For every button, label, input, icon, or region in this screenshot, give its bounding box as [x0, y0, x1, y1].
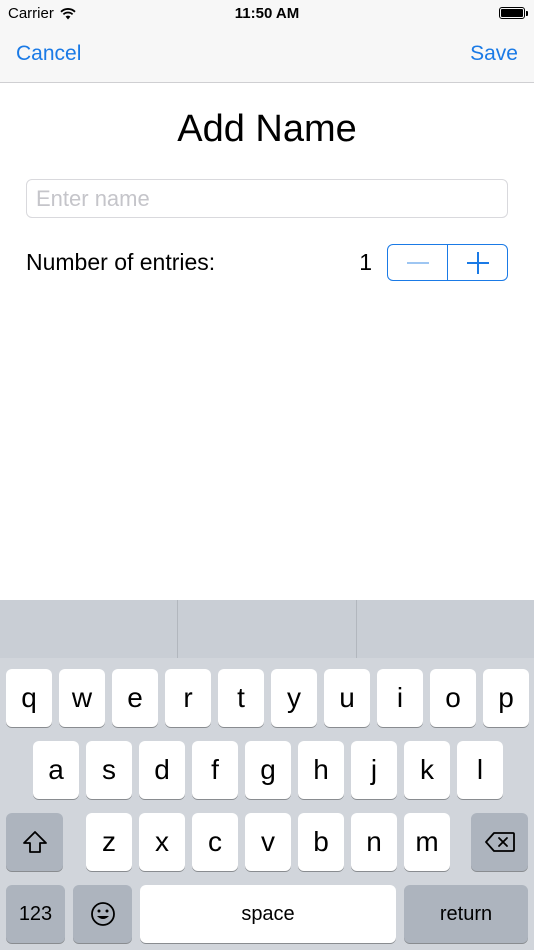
decrement-button[interactable] [388, 245, 447, 280]
predictive-bar [0, 600, 534, 658]
entries-stepper [387, 244, 508, 281]
key-n[interactable]: n [351, 813, 397, 871]
save-button[interactable]: Save [470, 42, 518, 66]
key-m[interactable]: m [404, 813, 450, 871]
key-o[interactable]: o [430, 669, 476, 727]
key-p[interactable]: p [483, 669, 529, 727]
key-x[interactable]: x [139, 813, 185, 871]
key-f[interactable]: f [192, 741, 238, 799]
plus-icon [466, 251, 489, 274]
increment-button[interactable] [447, 245, 507, 280]
key-v[interactable]: v [245, 813, 291, 871]
key-l[interactable]: l [457, 741, 503, 799]
key-i[interactable]: i [377, 669, 423, 727]
key-e[interactable]: e [112, 669, 158, 727]
key-g[interactable]: g [245, 741, 291, 799]
page-title: Add Name [177, 108, 357, 150]
key-h[interactable]: h [298, 741, 344, 799]
suggestion-slot[interactable] [357, 600, 534, 658]
top-bar: Carrier 11:50 AM Cancel Save [0, 0, 534, 83]
suggestion-slot[interactable] [178, 600, 357, 658]
key-t[interactable]: t [218, 669, 264, 727]
shift-icon [22, 831, 47, 853]
return-key[interactable]: return [404, 885, 528, 943]
status-bar: Carrier 11:50 AM [0, 0, 534, 28]
key-r[interactable]: r [165, 669, 211, 727]
name-input[interactable] [26, 179, 508, 218]
key-w[interactable]: w [59, 669, 105, 727]
key-z[interactable]: z [86, 813, 132, 871]
key-j[interactable]: j [351, 741, 397, 799]
key-k[interactable]: k [404, 741, 450, 799]
cancel-button[interactable]: Cancel [16, 42, 81, 66]
keyboard: q w e r t y u i o p a s d f g h j k l z … [0, 600, 534, 950]
backspace-icon [484, 832, 515, 852]
space-key[interactable]: space [140, 885, 396, 943]
emoji-key[interactable] [73, 885, 132, 943]
emoji-icon [90, 902, 115, 926]
key-d[interactable]: d [139, 741, 185, 799]
key-u[interactable]: u [324, 669, 370, 727]
entries-label: Number of entries: [26, 249, 216, 275]
key-q[interactable]: q [6, 669, 52, 727]
shift-key[interactable] [6, 813, 63, 871]
numbers-key[interactable]: 123 [6, 885, 65, 943]
key-c[interactable]: c [192, 813, 238, 871]
minus-icon [406, 261, 429, 264]
entries-value: 1 [359, 249, 372, 275]
battery-icon [499, 7, 528, 19]
key-y[interactable]: y [271, 669, 317, 727]
key-b[interactable]: b [298, 813, 344, 871]
delete-key[interactable] [471, 813, 528, 871]
key-a[interactable]: a [33, 741, 79, 799]
key-s[interactable]: s [86, 741, 132, 799]
status-time: 11:50 AM [234, 5, 300, 22]
suggestion-slot[interactable] [0, 600, 179, 658]
